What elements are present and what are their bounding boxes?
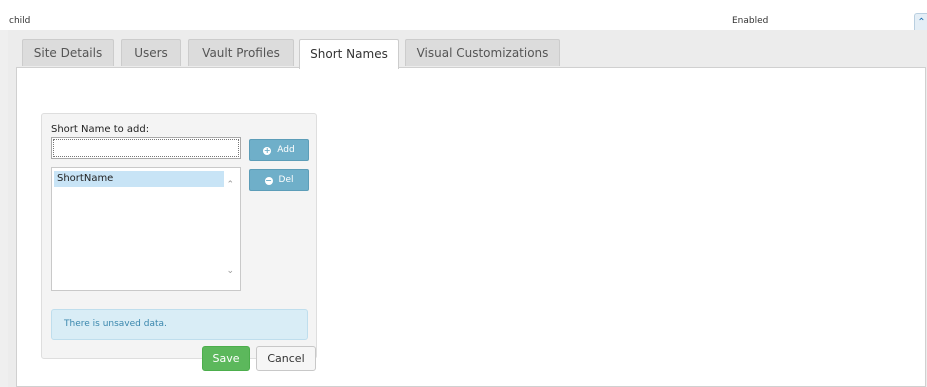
minus-circle-icon: −	[264, 176, 273, 185]
tab-content: Short Name to add: ShortName ⌃ ⌄ + Add − D…	[16, 67, 926, 387]
short-names-list[interactable]: ShortName ⌃ ⌄	[51, 167, 241, 291]
short-name-label: Short Name to add:	[51, 124, 150, 135]
record-name: child	[9, 16, 31, 26]
scroll-down-icon[interactable]: ⌄	[226, 266, 234, 276]
unsaved-data-alert: There is unsaved data.	[51, 309, 308, 340]
delete-button-label: Del	[278, 175, 294, 185]
tab-short-names[interactable]: Short Names	[299, 39, 399, 69]
record-header-bar: child Enabled ⌃	[0, 0, 927, 33]
chevron-up-icon: ⌃	[917, 17, 926, 28]
detail-panel: Site Details Users Vault Profiles Short …	[8, 30, 927, 387]
left-gutter	[0, 30, 8, 387]
list-item[interactable]: ShortName	[54, 171, 224, 187]
cancel-button[interactable]: Cancel	[256, 346, 316, 371]
short-names-panel: Short Name to add: ShortName ⌃ ⌄ + Add − D…	[41, 113, 317, 359]
tab-users[interactable]: Users	[121, 39, 181, 66]
add-button[interactable]: + Add	[249, 139, 309, 161]
tab-site-details[interactable]: Site Details	[22, 39, 114, 66]
short-name-input[interactable]	[51, 137, 241, 159]
delete-button[interactable]: − Del	[249, 169, 309, 191]
save-button[interactable]: Save	[202, 346, 250, 371]
add-button-label: Add	[277, 145, 295, 155]
tab-visual-customizations[interactable]: Visual Customizations	[405, 39, 560, 66]
scroll-up-icon[interactable]: ⌃	[226, 180, 234, 190]
record-status: Enabled	[732, 16, 769, 26]
plus-circle-icon: +	[263, 146, 272, 155]
tab-vault-profiles[interactable]: Vault Profiles	[188, 39, 294, 66]
